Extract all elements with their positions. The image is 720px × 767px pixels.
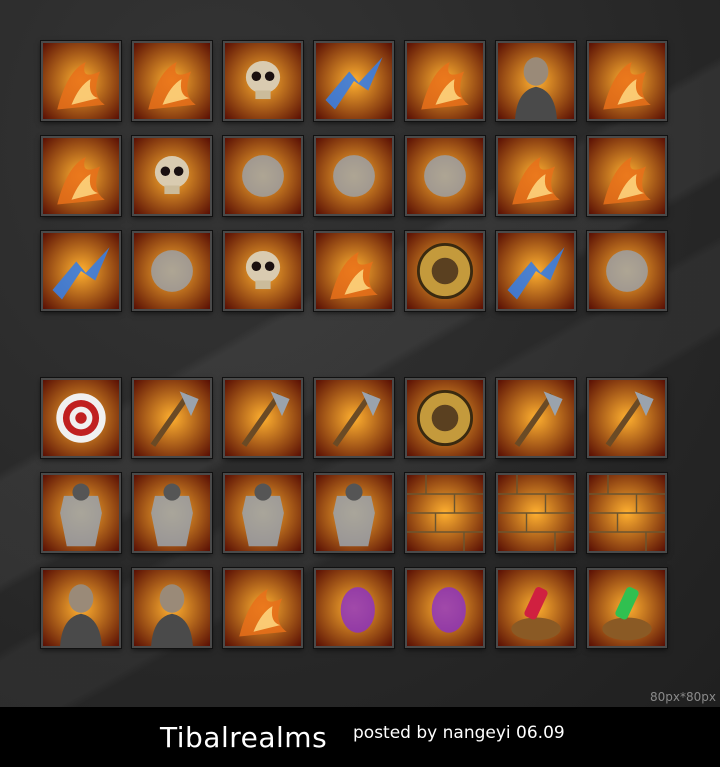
icon-row bbox=[41, 378, 667, 458]
tan-armor-icon bbox=[41, 473, 121, 553]
icon-row bbox=[41, 568, 667, 648]
green-potion-barrel-icon bbox=[587, 568, 667, 648]
fire-sword-slash-icon bbox=[41, 41, 121, 121]
hooded-figure-icon bbox=[41, 568, 121, 648]
flaming-skull-icon bbox=[132, 41, 212, 121]
icon-row bbox=[41, 473, 667, 553]
spiked-halberd-icon bbox=[223, 378, 303, 458]
fire-breather-icon bbox=[223, 568, 303, 648]
icon-row bbox=[41, 41, 667, 121]
footer-posted-by: posted by nangeyi 06.09 bbox=[353, 723, 565, 743]
siege-tower-icon bbox=[405, 136, 485, 216]
red-potion-barrel-icon bbox=[496, 568, 576, 648]
undead-face-icon bbox=[314, 568, 394, 648]
castle-wall-icon bbox=[587, 473, 667, 553]
bronze-round-shield-icon bbox=[405, 231, 485, 311]
blonde-elf-icon bbox=[132, 568, 212, 648]
black-shield-fire-icon bbox=[314, 231, 394, 311]
flaming-spear-icon bbox=[587, 136, 667, 216]
chained-prisoner-icon bbox=[496, 41, 576, 121]
lightning-warrior-icon bbox=[496, 231, 576, 311]
red-dagger-icon bbox=[587, 378, 667, 458]
icon-row bbox=[41, 231, 667, 311]
fireball-icon bbox=[41, 136, 121, 216]
icon-grid-top bbox=[41, 41, 667, 326]
battle-axe-icon bbox=[132, 378, 212, 458]
icon-grid-bottom bbox=[41, 378, 667, 663]
spiked-palisade-icon bbox=[223, 136, 303, 216]
steel-plate-armor-icon bbox=[314, 473, 394, 553]
fire-arrow-icon bbox=[587, 41, 667, 121]
icon-row bbox=[41, 136, 667, 216]
golden-armor-icon bbox=[223, 473, 303, 553]
blue-ice-flag-icon bbox=[314, 41, 394, 121]
rolling-wheels-icon bbox=[587, 231, 667, 311]
skull-pile-swords-icon bbox=[223, 41, 303, 121]
spiked-red-shield-icon bbox=[405, 378, 485, 458]
saw-blade-weapon-icon bbox=[496, 378, 576, 458]
flaming-horse-icon bbox=[405, 41, 485, 121]
portcullis-gate-icon bbox=[496, 473, 576, 553]
black-dragon-claw-icon bbox=[314, 136, 394, 216]
skull-cannon-icon bbox=[132, 136, 212, 216]
gauntlet-fist-icon bbox=[132, 231, 212, 311]
size-note: 80px*80px bbox=[650, 690, 716, 704]
blue-aura-figure-icon bbox=[41, 231, 121, 311]
archery-target-icon bbox=[41, 378, 121, 458]
purple-shade-icon bbox=[405, 568, 485, 648]
pickaxe-icon bbox=[314, 378, 394, 458]
footer-bar: Tibalrealms posted by nangeyi 06.09 bbox=[0, 707, 720, 767]
footer-title: Tibalrealms bbox=[160, 721, 328, 754]
stone-wall-icon bbox=[405, 473, 485, 553]
skull-medallion-icon bbox=[223, 231, 303, 311]
chain-robe-armor-icon bbox=[132, 473, 212, 553]
fire-staff-icon bbox=[496, 136, 576, 216]
